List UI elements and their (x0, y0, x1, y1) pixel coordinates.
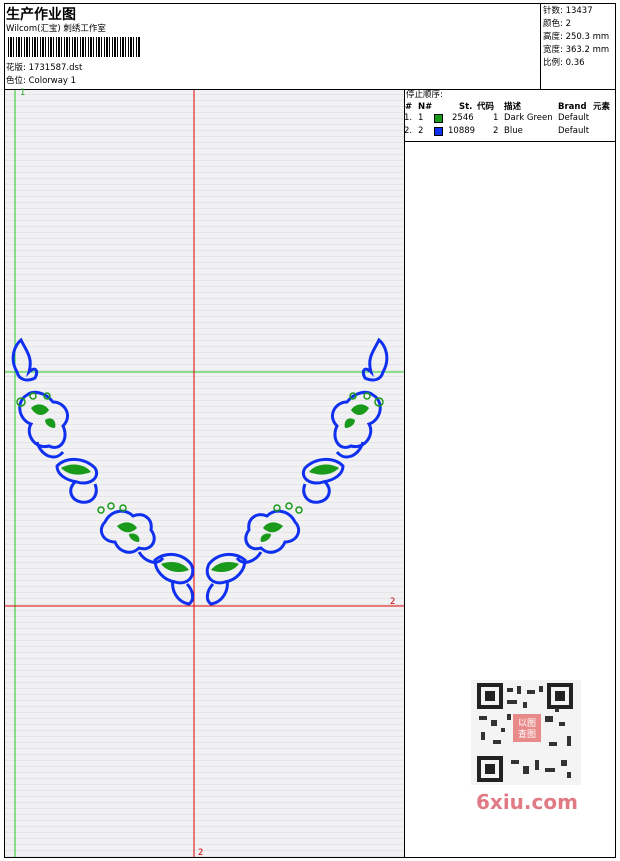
company-name: Wilcom(汇宝) 刺绣工作室 (6, 24, 106, 34)
row-description: Blue (504, 126, 523, 136)
page-title: 生产作业图 (6, 7, 76, 23)
col-code: 代码 (477, 102, 495, 112)
colorway-value: Colorway 1 (28, 76, 77, 86)
stat-label: 宽度: (543, 45, 563, 55)
marker-bottom: 2 (198, 848, 204, 858)
stat-value: 2 (565, 19, 571, 29)
col-number: N# (418, 102, 433, 112)
stat-label: 高度: (543, 32, 563, 42)
color-swatch-blue (434, 127, 443, 136)
left-leaf-group (31, 404, 189, 572)
stop-sequence-title: 停止顺序: (406, 90, 443, 100)
design-canvas[interactable]: 1 2 2 (5, 88, 404, 858)
table-bottom-divider (404, 141, 616, 142)
canvas-divider (404, 89, 405, 858)
row-number: 2 (418, 126, 424, 136)
embroidery-preview (5, 90, 404, 857)
stat-stitches: 针数: 13437 (543, 6, 593, 16)
stat-value: 0.36 (565, 58, 585, 68)
watermark-logo: 6xiu.com (476, 790, 578, 814)
row-brand: Default (558, 126, 590, 136)
row-brand: Default (558, 113, 590, 123)
marker-top-left: 1 (20, 88, 26, 98)
colorway-label: 色位: (6, 76, 26, 86)
row-index: 2. (404, 126, 413, 136)
stat-height: 高度: 250.3 mm (543, 32, 609, 42)
table-row: 1. 1 2546 1 Dark Green Default (404, 113, 616, 126)
stat-scale: 比例: 0.36 (543, 58, 585, 68)
col-index: # (405, 102, 413, 112)
stat-label: 颜色: (543, 19, 563, 29)
barcode (8, 37, 140, 57)
table-row: 2. 2 10889 2 Blue Default (404, 126, 616, 139)
color-swatch-green (434, 114, 443, 123)
design-label: 花版: (6, 63, 26, 73)
svg-text:以图: 以图 (518, 718, 536, 729)
stats-divider (540, 3, 541, 89)
stat-label: 针数: (543, 6, 563, 16)
col-element: 元素 (593, 102, 611, 112)
design-value: 1731587.dst (28, 63, 83, 73)
qr-code: 以图 查图 (471, 680, 581, 785)
stat-colors: 颜色: 2 (543, 19, 571, 29)
right-leaf-group (211, 404, 369, 572)
row-index: 1. (404, 113, 413, 123)
stat-value: 363.2 mm (565, 45, 610, 55)
marker-right: 2 (390, 597, 396, 607)
stat-value: 13437 (565, 6, 593, 16)
stat-value: 250.3 mm (565, 32, 610, 42)
col-description: 描述 (504, 102, 522, 112)
row-number: 1 (418, 113, 424, 123)
design-row: 花版: 1731587.dst (6, 63, 82, 73)
svg-text:查图: 查图 (518, 728, 536, 740)
stop-sequence-panel: 停止顺序: # N# St. 代码 描述 Brand 元素 1. 1 2546 … (404, 89, 616, 139)
row-code: 2 (493, 126, 499, 136)
row-description: Dark Green (504, 113, 553, 123)
stop-sequence-header: # N# St. 代码 描述 Brand 元素 (404, 102, 616, 113)
row-code: 1 (493, 113, 499, 123)
col-stitches: St. (459, 102, 473, 112)
col-brand: Brand (558, 102, 587, 112)
colorway-row: 色位: Colorway 1 (6, 76, 76, 86)
stat-label: 比例: (543, 58, 563, 68)
row-stitches: 2546 (452, 113, 474, 123)
row-stitches: 10889 (448, 126, 476, 136)
stat-width: 宽度: 363.2 mm (543, 45, 609, 55)
